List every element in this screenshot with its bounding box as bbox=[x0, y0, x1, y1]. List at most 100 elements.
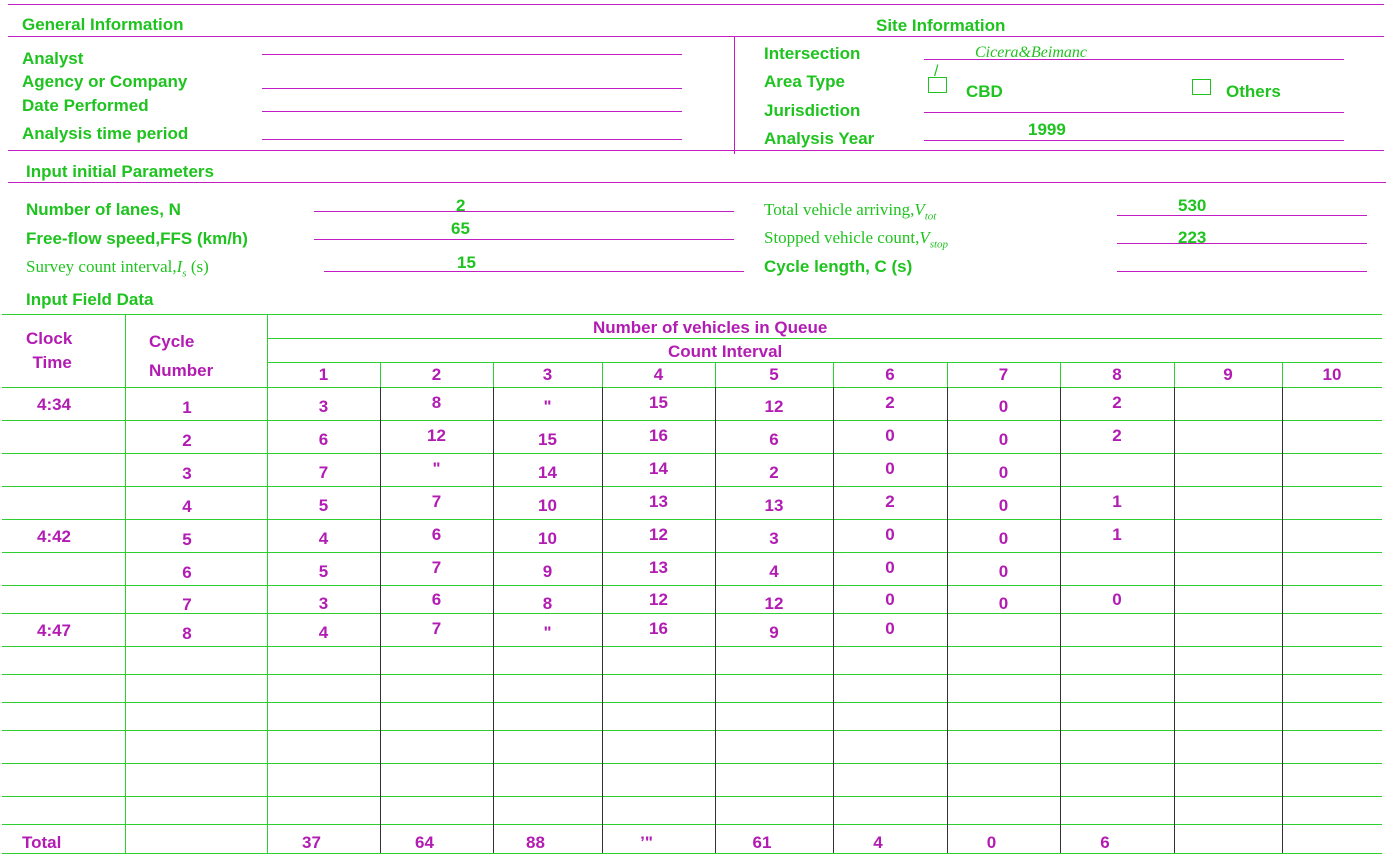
intersection-field[interactable] bbox=[924, 59, 1344, 60]
cycle-header-line1: Cycle bbox=[149, 332, 195, 351]
grid-col-line bbox=[833, 387, 834, 853]
queue-count: 10 bbox=[538, 496, 557, 515]
queue-count: 2 bbox=[1112, 426, 1122, 445]
total-count: 0 bbox=[986, 833, 997, 852]
analyst-field[interactable] bbox=[262, 54, 682, 55]
queue-count: 2 bbox=[769, 463, 779, 482]
interval-number: 10 bbox=[1322, 365, 1342, 384]
grid-col-line bbox=[125, 314, 126, 853]
analysis-period-label: Analysis time period bbox=[22, 124, 189, 143]
jurisdiction-field[interactable] bbox=[924, 112, 1344, 113]
grid-col-line bbox=[947, 362, 948, 387]
queue-count: 0 bbox=[885, 525, 895, 544]
grid-row-line bbox=[2, 702, 1382, 703]
queue-count: 7 bbox=[431, 492, 442, 511]
vstop-text: Stopped vehicle count, bbox=[764, 228, 920, 247]
grid-row-line bbox=[2, 453, 1382, 454]
interval-number: 7 bbox=[998, 365, 1009, 384]
params-header: Input initial Parameters bbox=[26, 162, 214, 181]
intersection-label: Intersection bbox=[764, 44, 861, 63]
queue-count: 3 bbox=[769, 529, 779, 548]
vtot-field[interactable] bbox=[1117, 215, 1367, 216]
general-site-divider bbox=[734, 36, 735, 154]
vtot-value[interactable]: 530 bbox=[1178, 196, 1206, 216]
grid-col-line bbox=[602, 387, 603, 853]
survey-interval-field[interactable] bbox=[324, 271, 744, 272]
interval-number: 6 bbox=[885, 365, 895, 384]
queue-count: 13 bbox=[649, 558, 668, 577]
queue-count: 0 bbox=[998, 529, 1009, 548]
ffs-value[interactable]: 65 bbox=[451, 219, 470, 239]
queue-count: " bbox=[432, 459, 441, 478]
date-performed-label: Date Performed bbox=[22, 96, 149, 115]
cycle-header-line2: Number bbox=[149, 361, 214, 380]
analysis-period-field[interactable] bbox=[262, 139, 682, 140]
queue-count: 12 bbox=[649, 525, 668, 544]
ffs-field[interactable] bbox=[314, 239, 734, 240]
queue-count: 12 bbox=[427, 426, 446, 445]
queue-count: 0 bbox=[885, 619, 895, 638]
total-count: 4 bbox=[873, 833, 883, 852]
grid-col-line bbox=[715, 362, 716, 387]
queue-count: 2 bbox=[1112, 393, 1122, 412]
grid-col-line bbox=[493, 362, 494, 387]
general-info-header: General Information bbox=[22, 15, 184, 34]
vstop-value[interactable]: 223 bbox=[1178, 228, 1206, 248]
area-type-label: Area Type bbox=[764, 72, 845, 91]
interval-number: 4 bbox=[653, 365, 664, 384]
grid-row-line bbox=[2, 763, 1382, 764]
cycle-number: 7 bbox=[182, 595, 192, 614]
clock-time: 4:42 bbox=[36, 527, 72, 546]
site-info-header: Site Information bbox=[876, 16, 1006, 35]
clock-time: 4:34 bbox=[36, 395, 72, 414]
vtot-label: Total vehicle arriving,Vtot bbox=[764, 200, 936, 222]
cbd-checkbox[interactable]: / bbox=[928, 63, 947, 93]
analysis-year-field[interactable] bbox=[924, 140, 1344, 141]
lanes-value[interactable]: 2 bbox=[456, 196, 465, 216]
queue-count: 13 bbox=[764, 496, 784, 515]
date-performed-field[interactable] bbox=[262, 111, 682, 112]
agency-field[interactable] bbox=[262, 88, 682, 89]
queue-count: 14 bbox=[538, 463, 557, 482]
cycle-length-label: Cycle length, C (s) bbox=[764, 257, 913, 276]
lanes-field[interactable] bbox=[314, 211, 734, 212]
cycle-number: 3 bbox=[182, 464, 192, 483]
cycle-number: 5 bbox=[182, 530, 192, 549]
survey-interval-value[interactable]: 15 bbox=[457, 253, 476, 273]
queue-count: 6 bbox=[431, 590, 442, 609]
queue-count: 7 bbox=[431, 619, 442, 638]
queue-count: 15 bbox=[538, 430, 557, 449]
queue-count: 0 bbox=[885, 590, 895, 609]
queue-count: 0 bbox=[998, 496, 1009, 515]
survey-interval-unit: (s) bbox=[186, 257, 209, 276]
queue-count: 4 bbox=[769, 562, 779, 581]
grid-row-line bbox=[2, 387, 1382, 388]
vtot-text: Total vehicle arriving, bbox=[764, 200, 915, 219]
interval-number: 2 bbox=[431, 365, 442, 384]
analysis-year-value[interactable]: 1999 bbox=[1028, 120, 1066, 140]
total-count: 88 bbox=[526, 833, 545, 852]
others-checkbox[interactable] bbox=[1192, 79, 1211, 95]
queue-count: " bbox=[543, 623, 552, 642]
grid-row-line bbox=[2, 552, 1382, 553]
grid-row-line bbox=[2, 853, 1382, 854]
queue-count: 13 bbox=[649, 492, 668, 511]
analyst-label: Analyst bbox=[22, 49, 84, 68]
queue-count: " bbox=[543, 397, 552, 416]
vstop-field[interactable] bbox=[1117, 243, 1367, 244]
grid-col-line bbox=[833, 362, 834, 387]
grid-row-line bbox=[2, 646, 1382, 647]
total-count: 64 bbox=[415, 833, 434, 852]
queue-count: 5 bbox=[318, 496, 329, 515]
cycle-length-field[interactable] bbox=[1117, 271, 1367, 272]
queue-count: 6 bbox=[318, 430, 329, 449]
ffs-label: Free-flow speed,FFS (km/h) bbox=[26, 229, 248, 248]
jurisdiction-label: Jurisdiction bbox=[764, 101, 861, 120]
section-rule-params bbox=[8, 182, 1386, 183]
queue-count: 6 bbox=[431, 525, 442, 544]
grid-col-line bbox=[1060, 387, 1061, 853]
queue-count: 9 bbox=[542, 562, 553, 581]
queue-count: 8 bbox=[431, 393, 442, 412]
queue-count: 12 bbox=[764, 397, 784, 416]
queue-count: 7 bbox=[431, 558, 442, 577]
